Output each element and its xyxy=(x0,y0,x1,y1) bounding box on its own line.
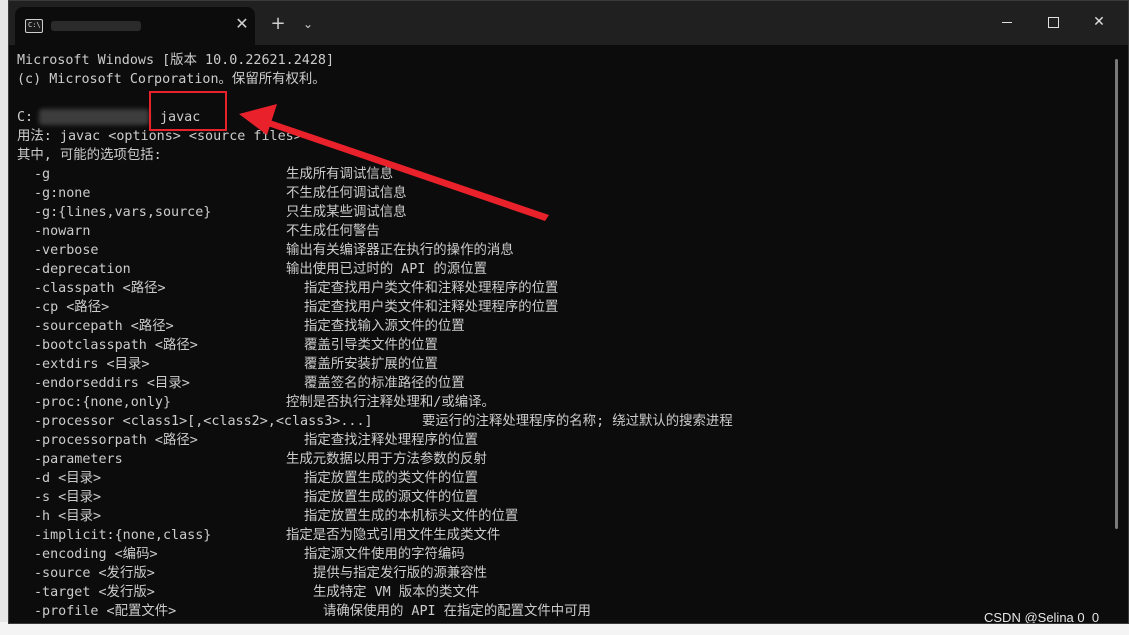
annotation-highlight-box xyxy=(149,91,227,131)
terminal-window: C:\ ✕ + ⌄ ✕ Microsoft Windows [版本 10.0.2… xyxy=(8,0,1129,624)
options-heading: 其中, 可能的选项包括: xyxy=(17,148,162,163)
tab-command-prompt[interactable]: C:\ ✕ xyxy=(15,7,255,45)
option-flag: -endorseddirs <目录> xyxy=(34,376,190,391)
option-description: 指定是否为隐式引用文件生成类文件 xyxy=(286,528,501,543)
option-flag: -cp <路径> xyxy=(34,300,110,315)
option-flag: -encoding <编码> xyxy=(34,547,158,562)
option-description: 控制是否执行注释处理和/或编译。 xyxy=(286,395,495,410)
option-description: 覆盖签名的标准路径的位置 xyxy=(304,376,465,391)
option-flag: -profile <配置文件> xyxy=(34,604,177,619)
option-description: 覆盖引导类文件的位置 xyxy=(304,338,438,353)
minimize-button[interactable] xyxy=(985,7,1029,37)
option-flag: -proc:{none,only} xyxy=(34,395,172,410)
option-description: 指定放置生成的本机标头文件的位置 xyxy=(304,509,519,524)
option-flag: -target <发行版> xyxy=(34,585,155,600)
option-description: 不生成任何警告 xyxy=(286,224,380,239)
option-flag: -implicit:{none,class} xyxy=(34,528,212,543)
redacted-path xyxy=(39,109,149,125)
option-description: 生成所有调试信息 xyxy=(286,167,394,182)
option-description: 输出有关编译器正在执行的操作的消息 xyxy=(286,243,514,258)
option-flag: -extdirs <目录> xyxy=(34,357,150,372)
option-description: 指定源文件使用的字符编码 xyxy=(304,547,465,562)
option-flag: -g:none xyxy=(34,186,91,201)
option-flag: -s <目录> xyxy=(34,490,102,505)
option-flag: -processor <class1>[,<class2>,<class3>..… xyxy=(34,414,373,429)
background-window-edge xyxy=(0,0,8,635)
option-description: 指定查找输入源文件的位置 xyxy=(304,319,465,334)
option-flag: -parameters xyxy=(34,452,123,467)
option-description: 请确保使用的 API 在指定的配置文件中可用 xyxy=(323,604,591,619)
console-output[interactable]: Microsoft Windows [版本 10.0.22621.2428] (… xyxy=(17,51,1107,623)
maximize-button[interactable] xyxy=(1031,7,1075,37)
option-flag: -nowarn xyxy=(34,224,91,239)
option-flag: -h <目录> xyxy=(34,509,102,524)
option-description: 不生成任何调试信息 xyxy=(286,186,407,201)
option-flag: -g xyxy=(34,167,51,182)
option-flag: -source <发行版> xyxy=(34,566,155,581)
option-flag: -verbose xyxy=(34,243,99,258)
option-flag: -classpath <路径> xyxy=(34,281,166,296)
prompt-prefix: C: xyxy=(17,110,34,125)
tab-title-redacted xyxy=(51,21,141,31)
option-description: 指定查找用户类文件和注释处理程序的位置 xyxy=(304,300,559,315)
option-description: 指定放置生成的类文件的位置 xyxy=(304,471,479,486)
option-description: 输出使用已过时的 API 的源位置 xyxy=(286,262,487,277)
option-description: 提供与指定发行版的源兼容性 xyxy=(313,566,488,581)
option-description: 覆盖所安装扩展的位置 xyxy=(304,357,438,372)
option-flag: -d <目录> xyxy=(34,471,102,486)
console-icon: C:\ xyxy=(25,19,43,33)
option-flag: -sourcepath <路径> xyxy=(34,319,174,334)
tab-dropdown-chevron-icon[interactable]: ⌄ xyxy=(297,13,319,35)
close-button[interactable]: ✕ xyxy=(1077,7,1121,37)
option-description: 要运行的注释处理程序的名称; 绕过默认的搜索进程 xyxy=(422,414,733,429)
option-description: 指定放置生成的源文件的位置 xyxy=(304,490,479,505)
header-line-version: Microsoft Windows [版本 10.0.22621.2428] xyxy=(17,53,335,68)
tab-close-icon[interactable]: ✕ xyxy=(233,15,251,33)
minimize-icon xyxy=(1002,21,1012,23)
option-flag: -bootclasspath <路径> xyxy=(34,338,198,353)
option-description: 生成特定 VM 版本的类文件 xyxy=(313,585,480,600)
option-description: 只生成某些调试信息 xyxy=(286,205,407,220)
watermark: CSDN @Selina 0_0 xyxy=(984,610,1100,624)
option-flag: -deprecation xyxy=(34,262,131,277)
maximize-icon xyxy=(1047,16,1059,28)
header-line-copyright: (c) Microsoft Corporation。保留所有权利。 xyxy=(17,72,326,87)
scrollbar-thumb[interactable] xyxy=(1115,59,1118,529)
title-bar: C:\ ✕ + ⌄ ✕ xyxy=(9,1,1128,45)
option-description: 指定查找用户类文件和注释处理程序的位置 xyxy=(304,281,559,296)
option-flag: -processorpath <路径> xyxy=(34,433,198,448)
new-tab-button[interactable]: + xyxy=(267,13,289,35)
option-description: 指定查找注释处理程序的位置 xyxy=(304,433,479,448)
option-flag: -g:{lines,vars,source} xyxy=(34,205,212,220)
option-description: 生成元数据以用于方法参数的反射 xyxy=(286,452,487,467)
